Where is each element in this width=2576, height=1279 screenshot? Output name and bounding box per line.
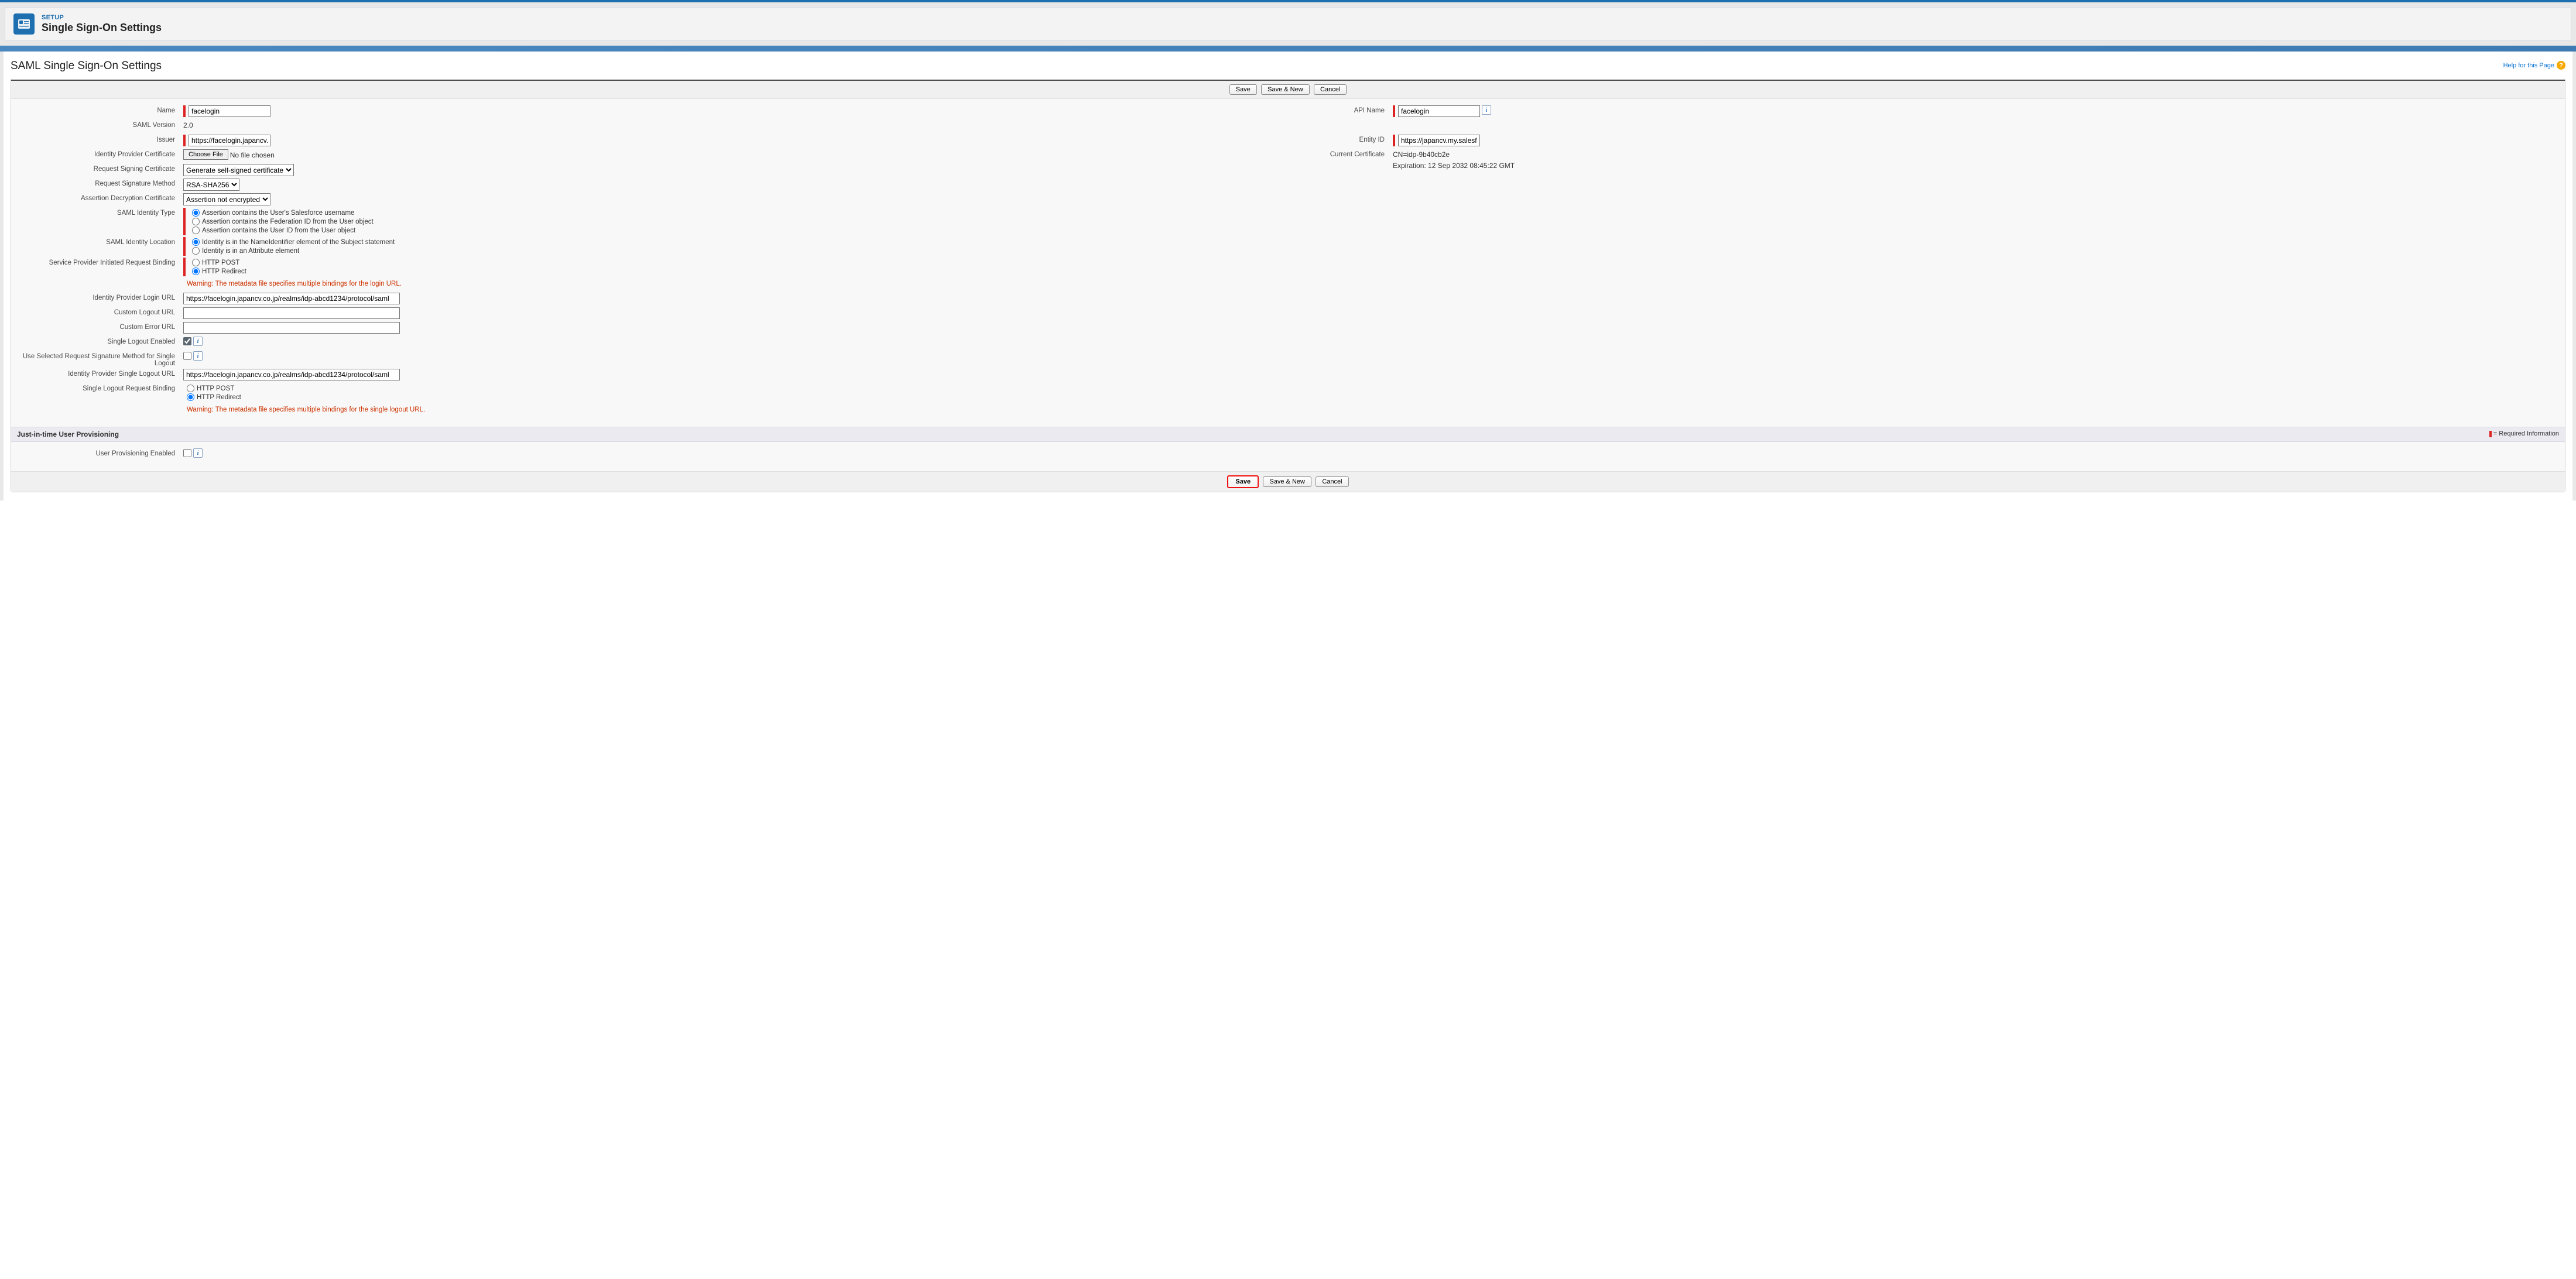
identity-type-radio-3[interactable] [192, 227, 200, 234]
idp-login-url-input[interactable] [183, 293, 400, 304]
jit-heading: Just-in-time User Provisioning [17, 430, 119, 438]
identity-type-radio-1[interactable] [192, 209, 200, 217]
label-slo-enabled: Single Logout Enabled [17, 337, 181, 345]
top-button-row: Save Save & New Cancel [11, 81, 2565, 99]
bottom-button-row: Save Save & New Cancel [11, 471, 2565, 492]
slo-binding-redirect-radio[interactable] [187, 393, 194, 401]
assertion-decrypt-select[interactable]: Assertion not encrypted [183, 193, 270, 205]
identity-type-radio-2[interactable] [192, 218, 200, 225]
slo-binding-post-radio[interactable] [187, 385, 194, 392]
use-req-sig-slo-checkbox[interactable] [183, 352, 191, 360]
identity-type-opt1: Assertion contains the User's Salesforce… [202, 210, 354, 217]
label-custom-logout-url: Custom Logout URL [17, 307, 181, 316]
idp-slo-url-input[interactable] [183, 369, 400, 380]
slo-binding-post: HTTP POST [197, 385, 234, 392]
identity-location-opt1: Identity is in the NameIdentifier elemen… [202, 239, 395, 246]
slo-binding-warning: Warning: The metadata file specifies mul… [183, 404, 425, 414]
decorative-band [0, 46, 2576, 52]
label-custom-error-url: Custom Error URL [17, 322, 181, 331]
login-binding-warning: Warning: The metadata file specifies mul… [183, 278, 402, 289]
label-req-sig-method: Request Signature Method [17, 179, 181, 187]
help-icon: ? [2557, 61, 2565, 70]
identity-type-opt3: Assertion contains the User ID from the … [202, 227, 355, 234]
page-title: Single Sign-On Settings [42, 22, 162, 34]
identity-location-opt2: Identity is in an Attribute element [202, 248, 299, 255]
slo-binding-redirect: HTTP Redirect [197, 394, 241, 401]
api-name-input[interactable] [1398, 105, 1480, 117]
identity-location-radio-1[interactable] [192, 238, 200, 246]
info-icon[interactable]: i [1482, 105, 1491, 115]
sp-binding-redirect: HTTP Redirect [202, 268, 246, 275]
label-assertion-decrypt: Assertion Decryption Certificate [17, 193, 181, 202]
save-button-bottom[interactable]: Save [1227, 475, 1259, 488]
cancel-button-bottom[interactable]: Cancel [1316, 476, 1348, 487]
help-link-text: Help for this Page [2503, 62, 2554, 69]
label-entity-id: Entity ID [1297, 135, 1390, 143]
required-indicator [183, 237, 186, 256]
header-eyebrow: SETUP [42, 14, 162, 21]
identity-location-radio-2[interactable] [192, 247, 200, 255]
sp-binding-redirect-radio[interactable] [192, 268, 200, 275]
entity-id-input[interactable] [1398, 135, 1480, 146]
label-slo-binding: Single Logout Request Binding [17, 383, 181, 392]
label-saml-version: SAML Version [17, 120, 181, 129]
save-and-new-button-bottom[interactable]: Save & New [1263, 476, 1311, 487]
required-indicator [1393, 135, 1395, 146]
user-prov-checkbox[interactable] [183, 449, 191, 457]
sso-app-icon [13, 13, 35, 35]
label-current-cert: Current Certificate [1297, 149, 1390, 158]
label-issuer: Issuer [17, 135, 181, 143]
info-icon[interactable]: i [193, 351, 203, 361]
required-legend: = Required Information [2489, 430, 2559, 438]
saml-version-value: 2.0 [183, 120, 193, 129]
help-link[interactable]: Help for this Page ? [2503, 61, 2565, 70]
jit-section-header: Just-in-time User Provisioning = Require… [11, 427, 2565, 442]
required-indicator [183, 135, 186, 146]
name-input[interactable] [189, 105, 270, 117]
current-cert-exp: Expiration: 12 Sep 2032 08:45:22 GMT [1393, 160, 1515, 170]
info-icon[interactable]: i [193, 337, 203, 346]
save-button-top[interactable]: Save [1229, 84, 1257, 95]
label-req-sign-cert: Request Signing Certificate [17, 164, 181, 173]
label-idp-slo-url: Identity Provider Single Logout URL [17, 369, 181, 378]
custom-error-url-input[interactable] [183, 322, 400, 334]
label-use-req-sig-slo: Use Selected Request Signature Method fo… [17, 351, 181, 367]
issuer-input[interactable] [189, 135, 270, 146]
current-cert-cn: CN=idp-9b40cb2e [1393, 149, 1450, 159]
label-api-name: API Name [1297, 105, 1390, 114]
req-sign-cert-select[interactable]: Generate self-signed certificate [183, 164, 294, 176]
custom-logout-url-input[interactable] [183, 307, 400, 319]
cancel-button-top[interactable]: Cancel [1314, 84, 1347, 95]
save-and-new-button-top[interactable]: Save & New [1261, 84, 1310, 95]
required-indicator [1393, 105, 1395, 117]
req-sig-method-select[interactable]: RSA-SHA256 [183, 179, 239, 191]
sp-binding-post-radio[interactable] [192, 259, 200, 266]
slo-enabled-checkbox[interactable] [183, 337, 191, 345]
required-indicator [183, 208, 186, 235]
page-header: SETUP Single Sign-On Settings [5, 7, 2571, 41]
form-container: Save Save & New Cancel Name [11, 80, 2565, 492]
sp-binding-post: HTTP POST [202, 259, 239, 266]
label-name: Name [17, 105, 181, 114]
label-idp-cert: Identity Provider Certificate [17, 149, 181, 158]
label-user-prov: User Provisioning Enabled [17, 448, 181, 457]
info-icon[interactable]: i [193, 448, 203, 458]
section-title: SAML Single Sign-On Settings [11, 60, 162, 73]
label-identity-type: SAML Identity Type [17, 208, 181, 217]
label-idp-login-url: Identity Provider Login URL [17, 293, 181, 301]
required-indicator [183, 105, 186, 117]
required-indicator [183, 258, 186, 276]
choose-file-button[interactable]: Choose File [183, 149, 228, 160]
label-sp-binding: Service Provider Initiated Request Bindi… [17, 258, 181, 266]
identity-type-opt2: Assertion contains the Federation ID fro… [202, 218, 374, 225]
label-identity-location: SAML Identity Location [17, 237, 181, 246]
no-file-text: No file chosen [230, 150, 275, 159]
